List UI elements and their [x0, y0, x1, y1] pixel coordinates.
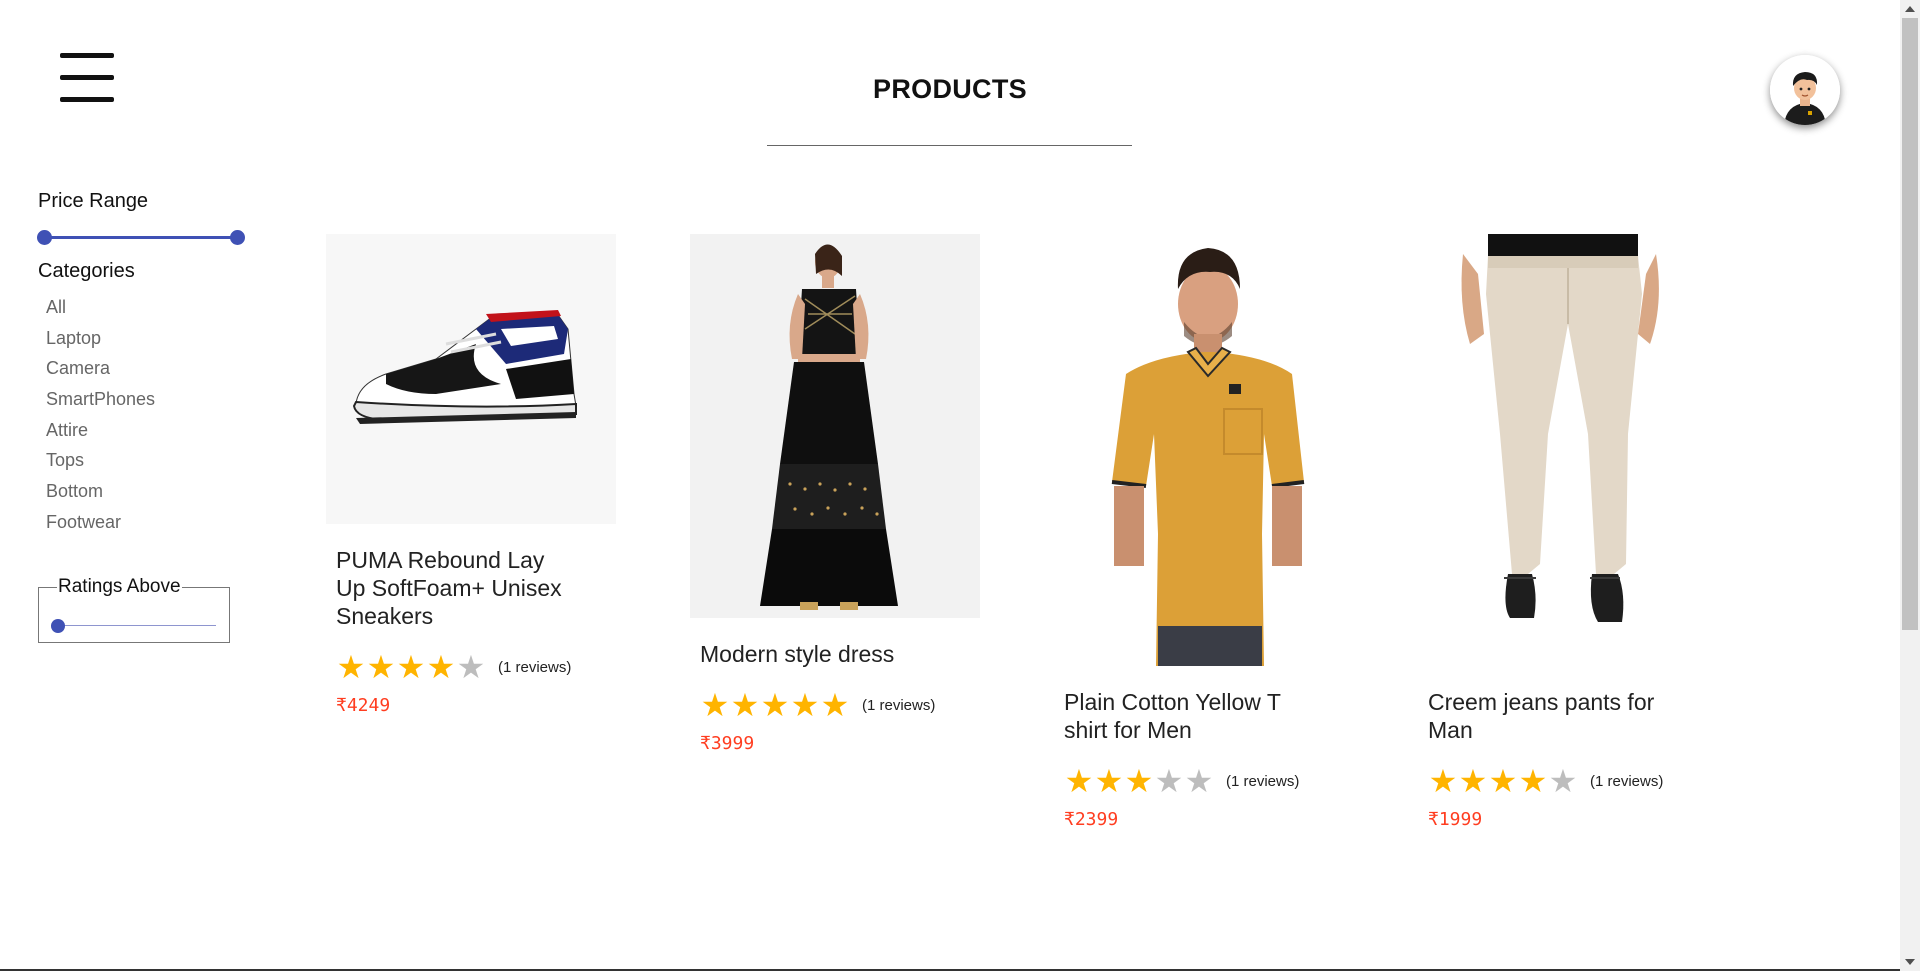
category-smartphones[interactable]: SmartPhones — [46, 389, 155, 420]
price-max-handle[interactable] — [230, 230, 245, 245]
star-filled-icon: ★ — [1488, 763, 1518, 799]
category-bottom[interactable]: Bottom — [46, 481, 155, 512]
product-image[interactable] — [326, 234, 616, 524]
product-name[interactable]: Plain Cotton Yellow T shirt for Men — [1064, 688, 1304, 744]
star-filled-icon: ★ — [1094, 763, 1124, 799]
ratings-filter: Ratings Above — [38, 576, 230, 643]
category-laptop[interactable]: Laptop — [46, 328, 155, 359]
page: PRODUCTS Price Range Categories All Lapt… — [0, 0, 1920, 971]
ratings-title: Ratings Above — [57, 576, 182, 598]
product-price: ₹3999 — [700, 733, 755, 754]
scrollbar-thumb[interactable] — [1902, 18, 1918, 630]
user-avatar-icon — [1770, 55, 1840, 125]
star-filled-icon: ★ — [820, 687, 850, 723]
reviews-count: (1 reviews) — [498, 658, 572, 676]
product-card[interactable]: Creem jeans pants for Man ★ ★ ★ ★ ★ (1 revie… — [1418, 234, 1708, 830]
product-image[interactable] — [1054, 234, 1344, 666]
star-filled-icon: ★ — [790, 687, 820, 723]
ratings-slider[interactable] — [51, 618, 216, 634]
product-image[interactable] — [690, 234, 980, 618]
product-card[interactable]: Plain Cotton Yellow T shirt for Men ★ ★ ★ ★… — [1054, 234, 1344, 830]
ratings-handle[interactable] — [51, 619, 65, 633]
star-rating: ★ ★ ★ ★ ★ — [1064, 763, 1214, 799]
product-card[interactable]: PUMA Rebound Lay Up SoftFoam+ Unisex Sne… — [326, 234, 616, 716]
price-range-slider[interactable] — [37, 230, 245, 246]
product-price: ₹1999 — [1428, 809, 1483, 830]
star-filled-icon: ★ — [760, 687, 790, 723]
star-rating: ★ ★ ★ ★ ★ — [1428, 763, 1578, 799]
product-price: ₹2399 — [1064, 809, 1119, 830]
category-tops[interactable]: Tops — [46, 450, 155, 481]
star-filled-icon: ★ — [1518, 763, 1548, 799]
page-title: PRODUCTS — [873, 74, 1027, 104]
product-rating: ★ ★ ★ ★ ★ (1 reviews) — [1428, 763, 1708, 799]
category-all[interactable]: All — [46, 297, 155, 328]
star-filled-icon: ★ — [700, 687, 730, 723]
sneaker-image — [326, 234, 616, 524]
category-camera[interactable]: Camera — [46, 358, 155, 389]
product-rating: ★ ★ ★ ★ ★ (1 reviews) — [1064, 763, 1344, 799]
product-price: ₹4249 — [336, 695, 391, 716]
star-filled-icon: ★ — [426, 649, 456, 685]
scroll-up-icon[interactable] — [1905, 6, 1915, 12]
star-filled-icon: ★ — [336, 649, 366, 685]
price-range-track — [38, 236, 238, 239]
reviews-count: (1 reviews) — [862, 696, 936, 714]
star-filled-icon: ★ — [366, 649, 396, 685]
user-avatar[interactable] — [1770, 55, 1840, 125]
star-filled-icon: ★ — [730, 687, 760, 723]
price-range-title: Price Range — [38, 190, 149, 212]
product-name[interactable]: Creem jeans pants for Man — [1428, 688, 1668, 744]
categories-title: Categories — [38, 260, 135, 282]
star-empty-icon: ★ — [1184, 763, 1214, 799]
product-rating: ★ ★ ★ ★ ★ (1 reviews) — [700, 687, 980, 723]
tshirt-image — [1054, 234, 1344, 666]
star-filled-icon: ★ — [396, 649, 426, 685]
star-filled-icon: ★ — [1428, 763, 1458, 799]
star-empty-icon: ★ — [1154, 763, 1184, 799]
product-card[interactable]: Modern style dress ★ ★ ★ ★ ★ (1 reviews) ₹39… — [690, 234, 980, 754]
star-filled-icon: ★ — [1458, 763, 1488, 799]
star-rating: ★ ★ ★ ★ ★ — [700, 687, 850, 723]
category-attire[interactable]: Attire — [46, 420, 155, 451]
title-divider — [767, 145, 1132, 146]
star-filled-icon: ★ — [1064, 763, 1094, 799]
ratings-track — [51, 625, 216, 626]
dress-image — [690, 234, 980, 618]
price-min-handle[interactable] — [37, 230, 52, 245]
product-name[interactable]: PUMA Rebound Lay Up SoftFoam+ Unisex Sne… — [336, 546, 576, 630]
product-name[interactable]: Modern style dress — [700, 640, 940, 668]
category-footwear[interactable]: Footwear — [46, 512, 155, 543]
star-filled-icon: ★ — [1124, 763, 1154, 799]
reviews-count: (1 reviews) — [1226, 772, 1300, 790]
reviews-count: (1 reviews) — [1590, 772, 1664, 790]
star-rating: ★ ★ ★ ★ ★ — [336, 649, 486, 685]
categories-list: All Laptop Camera SmartPhones Attire Top… — [46, 297, 155, 543]
product-image[interactable] — [1418, 234, 1708, 666]
scroll-down-icon[interactable] — [1905, 959, 1915, 965]
jeans-image — [1418, 234, 1708, 666]
product-rating: ★ ★ ★ ★ ★ (1 reviews) — [336, 649, 616, 685]
star-empty-icon: ★ — [1548, 763, 1578, 799]
vertical-scrollbar[interactable] — [1900, 0, 1920, 971]
star-empty-icon: ★ — [456, 649, 486, 685]
